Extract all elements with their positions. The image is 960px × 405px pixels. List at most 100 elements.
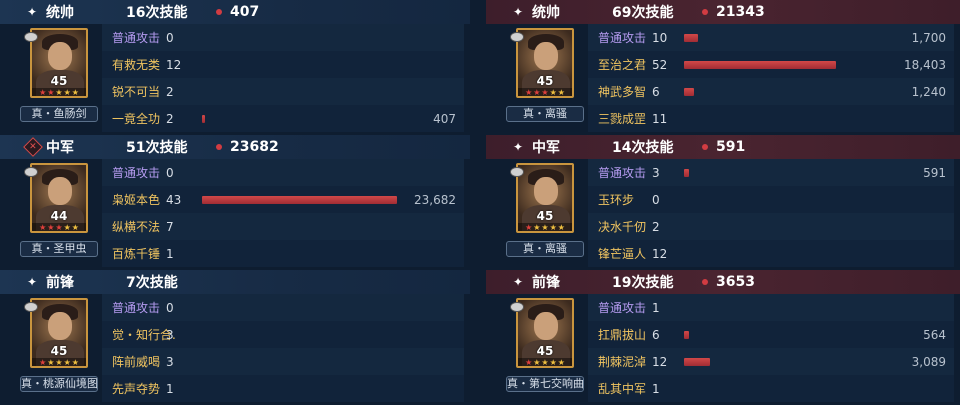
damage-dot-icon: [702, 144, 708, 150]
role-label: 中军: [532, 140, 560, 156]
damage-bar: [202, 115, 205, 123]
skill-count: 1: [166, 381, 174, 396]
star-icon: ★: [39, 88, 47, 97]
general-level: 45: [50, 74, 68, 88]
star-icon: ★: [541, 358, 549, 367]
general-card[interactable]: 45 ★ ★ ★ ★ ★ 真・桃源仙境图: [20, 298, 98, 398]
damage-bar: [684, 169, 689, 177]
skill-list: 普通攻击 0 枭姬本色 43 23,682 纵横不法 7 百炼千锤 1: [102, 159, 464, 267]
star-icon: ★: [533, 358, 541, 367]
total-damage: 21343: [716, 4, 765, 20]
general-level: 45: [536, 209, 554, 223]
star-icon: ★: [525, 88, 533, 97]
skill-row: 荆棘泥淖 12 3,089: [588, 348, 954, 375]
skill-row: 一竟全功 2 407: [102, 105, 464, 132]
general-card[interactable]: 45 ★ ★ ★ ★ ★ 真・鱼肠剑: [20, 28, 98, 128]
general-card[interactable]: 45 ★ ★ ★ ★ ★ 真・第七交响曲: [506, 298, 584, 398]
weapon-label[interactable]: 真・鱼肠剑: [20, 106, 98, 122]
skill-damage: 18,403: [904, 57, 946, 72]
skill-count: 0: [166, 300, 174, 315]
damage-dot-icon: [216, 9, 222, 15]
skill-name: 普通攻击: [598, 301, 647, 315]
star-icon: ★: [541, 223, 549, 232]
general-block: ✦ 统帅 69次技能 21343 45 ★ ★ ★ ★ ★ 真・离骚 普通攻击 10 1: [486, 0, 960, 132]
weapon-label[interactable]: 真・桃源仙境图: [20, 376, 98, 392]
sparkle-icon: ✦: [26, 5, 38, 19]
total-damage: 3653: [716, 274, 755, 290]
general-card[interactable]: 44 ★ ★ ★ ★ ★ 真・圣甲虫: [20, 163, 98, 263]
damage-dot-icon: [216, 144, 222, 150]
damage-bar: [684, 88, 694, 96]
star-rating: ★ ★ ★ ★ ★: [518, 223, 572, 232]
star-icon: ★: [63, 88, 71, 97]
star-icon: ★: [39, 223, 47, 232]
star-rating: ★ ★ ★ ★ ★: [32, 358, 86, 367]
weapon-label[interactable]: 真・离骚: [506, 241, 584, 257]
skill-damage: 1,700: [911, 30, 946, 45]
skill-name: 决水千仞: [598, 220, 647, 234]
general-header: ✦ 统帅 16次技能 407: [0, 0, 470, 24]
star-icon: ★: [55, 88, 63, 97]
skill-name: 普通攻击: [598, 31, 647, 45]
skill-row: 先声夺势 1: [102, 375, 464, 402]
star-icon: ★: [557, 358, 565, 367]
skill-count: 52: [652, 57, 668, 72]
general-level: 44: [50, 209, 68, 223]
weapon-label[interactable]: 真・离骚: [506, 106, 584, 122]
skill-count: 3: [166, 327, 174, 342]
general-block: ✦ 统帅 16次技能 407 45 ★★★★★ 真・鱼肠剑 普通攻击 0: [0, 0, 470, 132]
right-team-panel: ✦ 统帅 69次技能 21343 45 ★ ★ ★ ★ ★ 真・离骚 普通攻击 10 1: [486, 0, 960, 405]
skill-name: 三戮成罡: [598, 112, 647, 126]
helmet-icon: [24, 302, 38, 312]
general-portrait[interactable]: 44 ★ ★ ★ ★ ★: [30, 163, 88, 233]
skill-count: 1: [652, 381, 660, 396]
skill-count: 2: [166, 84, 174, 99]
general-portrait[interactable]: 45 ★ ★ ★ ★ ★: [30, 298, 88, 368]
star-icon: ★: [71, 358, 79, 367]
skill-row: 三戮成罡 11: [588, 105, 954, 132]
star-rating: ★ ★ ★ ★ ★: [518, 358, 572, 367]
skill-name: 锋芒逼人: [598, 247, 647, 261]
skill-count: 1: [652, 300, 660, 315]
damage-dot-icon: [702, 279, 708, 285]
skill-count: 3: [652, 165, 660, 180]
skill-damage: 3,089: [911, 354, 946, 369]
star-icon: ★: [525, 358, 533, 367]
star-icon: ★: [549, 88, 557, 97]
skill-name: 普通攻击: [112, 301, 161, 315]
general-block: ✦ 中军 14次技能 591 45 ★ ★ ★ ★ ★ 真・离骚 普通攻击 3 591: [486, 135, 960, 267]
skill-name: 枭姬本色: [112, 193, 161, 207]
general-portrait[interactable]: 45 ★ ★ ★ ★ ★: [516, 163, 574, 233]
general-portrait[interactable]: 45 ★ ★ ★ ★ ★: [516, 28, 574, 98]
general-block: ✦ 前锋 19次技能 3653 45 ★ ★ ★ ★ ★ 真・第七交响曲 普通攻击 1: [486, 270, 960, 402]
general-card[interactable]: 45 ★ ★ ★ ★ ★ 真・离骚: [506, 163, 584, 263]
general-header: ✦ 统帅 69次技能 21343: [486, 0, 960, 24]
general-portrait[interactable]: 45 ★ ★ ★ ★ ★: [516, 298, 574, 368]
role-label: 统帅: [46, 5, 74, 21]
damage-bar: [684, 34, 698, 42]
star-rating: ★ ★ ★ ★ ★: [32, 223, 86, 232]
skill-count: 12: [166, 57, 182, 72]
weapon-label[interactable]: 真・第七交响曲: [506, 376, 584, 392]
star-icon: ★: [557, 88, 565, 97]
general-card[interactable]: 45 ★ ★ ★ ★ ★ 真・离骚: [506, 28, 584, 128]
skill-name: 玉环步: [598, 193, 635, 207]
weapon-label[interactable]: 真・圣甲虫: [20, 241, 98, 257]
damage-dot-icon: [702, 9, 708, 15]
skill-row: 普通攻击 3 591: [588, 159, 954, 186]
skill-times: 69次技能: [612, 5, 674, 21]
left-team-panel: ✦ 统帅 16次技能 407 45 ★★★★★ 真・鱼肠剑 普通攻击 0: [0, 0, 470, 405]
skill-list: 普通攻击 10 1,700 至治之君 52 18,403 神武多智 6 1,24…: [588, 24, 954, 132]
skill-name: 荆棘泥淖: [598, 355, 647, 369]
sparkle-icon: ✦: [512, 275, 524, 289]
skill-row: 乱其中军 1: [588, 375, 954, 402]
skill-count: 10: [652, 30, 668, 45]
star-icon: ★: [55, 223, 63, 232]
general-portrait[interactable]: 45 ★ ★ ★ ★ ★: [30, 28, 88, 98]
skill-row: 神武多智 6 1,240: [588, 78, 954, 105]
damage-bar: [684, 61, 836, 69]
total-damage: 407: [230, 4, 260, 20]
skill-name: 有救无类: [112, 58, 161, 72]
skill-count: 0: [166, 165, 174, 180]
skill-count: 2: [652, 219, 660, 234]
